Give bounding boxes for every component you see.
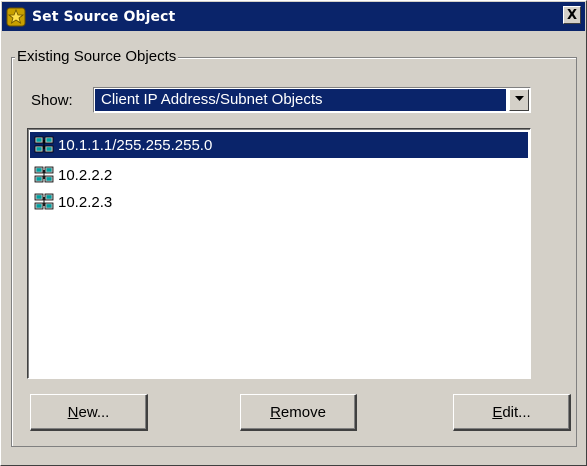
- network-computers-icon: [34, 136, 54, 153]
- list-item-label: 10.2.2.2: [58, 166, 113, 184]
- window-title: Set Source Object: [32, 8, 176, 25]
- network-computers-icon: [34, 193, 54, 210]
- show-dropdown-value: Client IP Address/Subnet Objects: [95, 89, 506, 111]
- title-bar[interactable]: Set Source Object X: [2, 2, 585, 31]
- remove-button[interactable]: Remove: [240, 394, 357, 431]
- show-label: Show:: [31, 92, 73, 109]
- show-dropdown[interactable]: Client IP Address/Subnet Objects: [93, 87, 531, 113]
- chevron-down-icon: [514, 96, 524, 101]
- edit-button-mnemonic: E: [492, 403, 503, 421]
- close-icon: X: [566, 7, 578, 23]
- list-item-label: 10.2.2.3: [58, 193, 113, 211]
- new-button-mnemonic: N: [67, 403, 79, 421]
- group-label: Existing Source Objects: [15, 48, 179, 65]
- list-item[interactable]: 10.2.2.3: [30, 189, 528, 215]
- list-item[interactable]: 10.2.2.2: [30, 162, 528, 188]
- window-bottom-edge: [2, 461, 585, 465]
- close-button[interactable]: X: [563, 6, 581, 24]
- new-button-label: ew...: [78, 403, 110, 421]
- list-item[interactable]: 10.1.1.1/255.255.255.0: [30, 132, 528, 158]
- gold-star-badge-icon: [6, 7, 26, 26]
- remove-button-label: emove: [280, 403, 326, 421]
- set-source-object-dialog: Set Source Object X Existing Source Obje…: [0, 0, 587, 466]
- network-computers-icon: [34, 166, 54, 183]
- new-button[interactable]: New...: [30, 394, 148, 431]
- edit-button-label: dit...: [502, 403, 531, 421]
- source-objects-list[interactable]: 10.1.1.1/255.255.255.0 10.2.2.2 10.2.2.3: [27, 128, 531, 379]
- remove-button-mnemonic: R: [270, 403, 281, 421]
- edit-button[interactable]: Edit...: [453, 394, 571, 431]
- dropdown-arrow-button[interactable]: [509, 89, 529, 111]
- list-item-label: 10.1.1.1/255.255.255.0: [58, 136, 213, 154]
